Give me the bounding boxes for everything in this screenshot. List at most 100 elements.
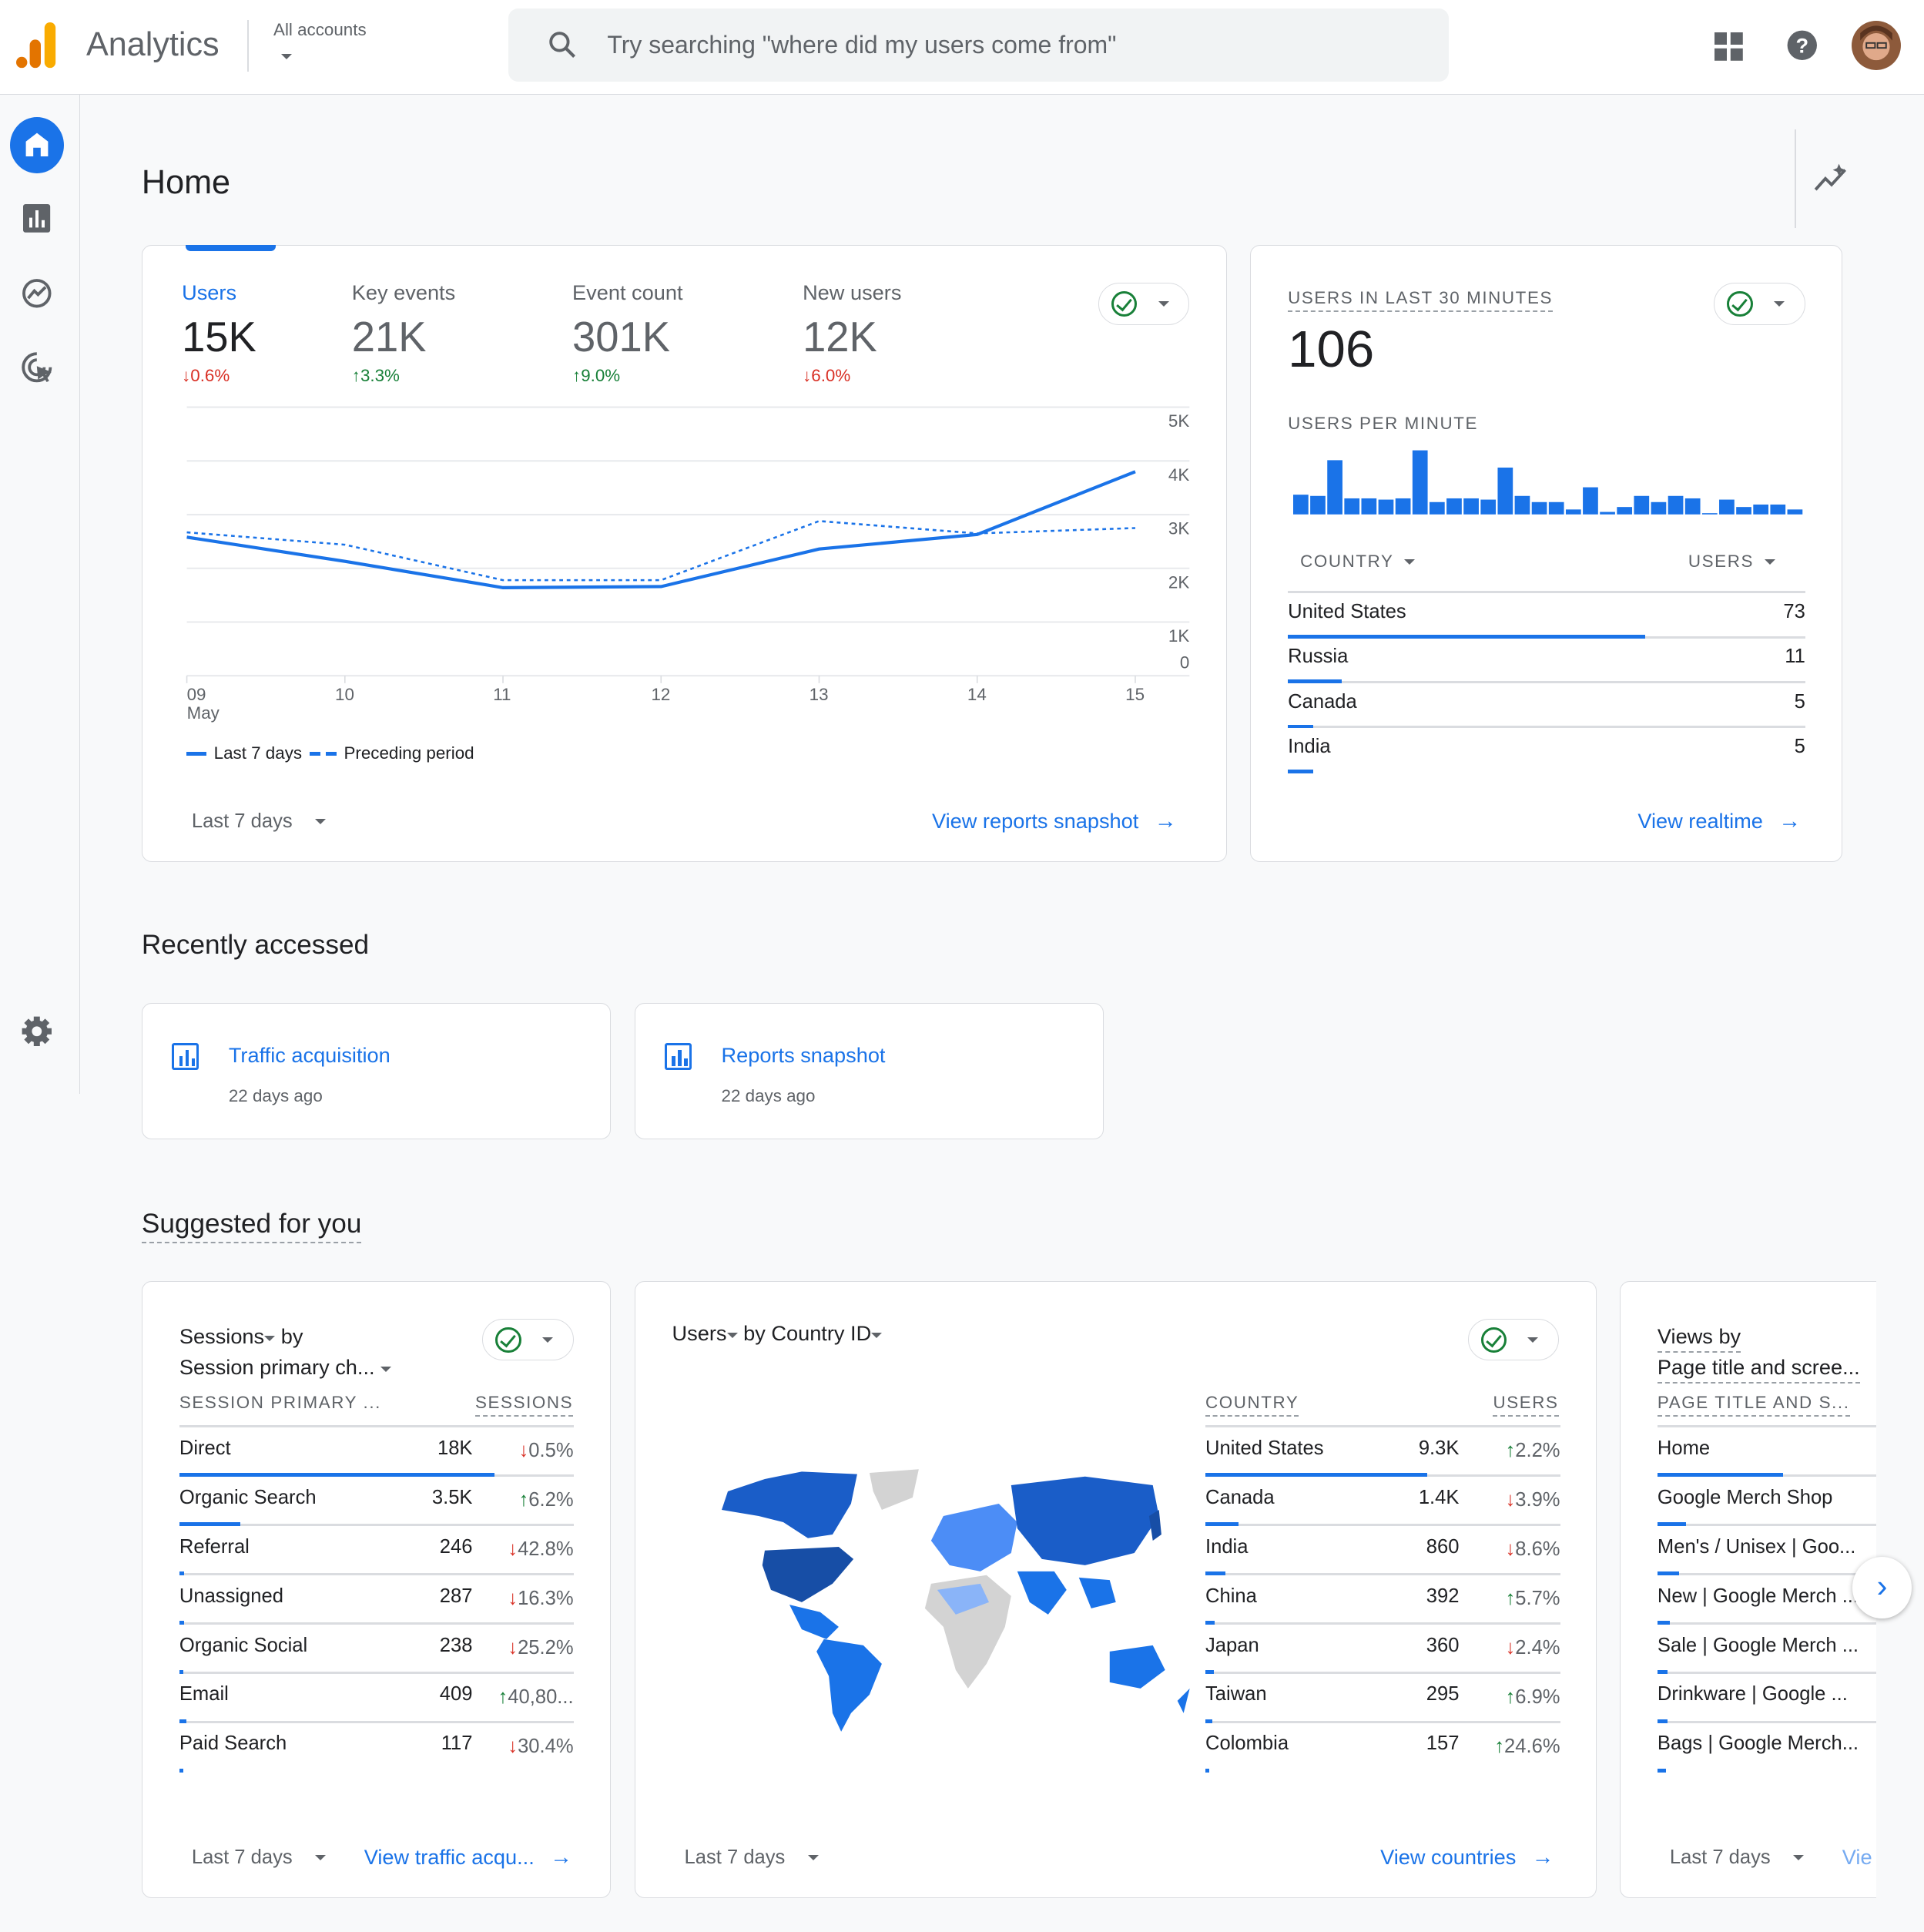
minute-bar[interactable]: [1668, 495, 1683, 515]
date-range-select[interactable]: Last 7 days: [685, 1846, 819, 1869]
minute-bar[interactable]: [1548, 501, 1564, 515]
table-row[interactable]: Canada 5: [1288, 683, 1805, 729]
metric-tab[interactable]: Key events 21K ↑3.3%: [352, 280, 512, 397]
minute-bar[interactable]: [1514, 495, 1530, 515]
minute-bar[interactable]: [1616, 507, 1632, 515]
section-title[interactable]: Suggested for you: [141, 1209, 362, 1243]
table-row[interactable]: Drinkware | Google ...: [1657, 1674, 1876, 1723]
minute-bar[interactable]: [1429, 501, 1445, 515]
minute-bar[interactable]: [1309, 495, 1326, 515]
column-header[interactable]: SESSIONS: [475, 1393, 574, 1417]
avatar[interactable]: [1851, 21, 1901, 71]
table-row[interactable]: Email 409 ↑40,80...: [179, 1674, 574, 1723]
minute-bar[interactable]: [1531, 501, 1547, 515]
table-row[interactable]: New | Google Merch ...: [1657, 1575, 1876, 1625]
table-row[interactable]: Canada 1.4K ↓3.9%: [1205, 1477, 1560, 1526]
search-input[interactable]: Try searching "where did my users come f…: [508, 8, 1449, 82]
dimension-selector[interactable]: Session primary ch...: [179, 1355, 392, 1379]
table-row[interactable]: Unassigned 287 ↓16.3%: [179, 1575, 574, 1625]
table-row[interactable]: India 5: [1288, 728, 1805, 773]
minute-bar[interactable]: [1651, 501, 1666, 515]
nav-home[interactable]: [9, 116, 65, 174]
recent-item[interactable]: Traffic acquisition 22 days ago: [141, 1002, 612, 1140]
table-row[interactable]: Sale | Google Merch ...: [1657, 1625, 1876, 1674]
table-row[interactable]: United States 73: [1288, 593, 1805, 639]
table-row[interactable]: Referral 246 ↓42.8%: [179, 1526, 574, 1575]
minute-bar[interactable]: [1395, 498, 1411, 515]
minute-bar[interactable]: [1684, 498, 1701, 515]
minute-bar[interactable]: [1361, 498, 1376, 515]
table-row[interactable]: Taiwan 295 ↑6.9%: [1205, 1674, 1560, 1723]
status-menu-button[interactable]: [1098, 283, 1190, 325]
gear-icon[interactable]: [21, 1015, 53, 1048]
minute-bar[interactable]: [1326, 460, 1342, 515]
minute-bar[interactable]: [1701, 513, 1718, 515]
users-column-header[interactable]: USERS: [1688, 552, 1776, 572]
minute-bar[interactable]: [1292, 495, 1309, 515]
country-column-header[interactable]: COUNTRY: [1300, 552, 1416, 572]
minute-bar[interactable]: [1378, 499, 1393, 515]
account-selector[interactable]: All accounts: [273, 20, 409, 74]
status-menu-button[interactable]: [482, 1319, 574, 1361]
minute-bar[interactable]: [1463, 498, 1479, 515]
date-range-select[interactable]: Last 7 days: [192, 810, 327, 833]
view-traffic-acquisition-link[interactable]: View traffic acqu... →: [364, 1845, 572, 1870]
minute-bar[interactable]: [1565, 509, 1581, 515]
column-header[interactable]: COUNTRY: [1205, 1393, 1299, 1417]
recent-item[interactable]: Reports snapshot 22 days ago: [634, 1002, 1104, 1140]
analytics-logo[interactable]: [15, 22, 58, 69]
table-row[interactable]: Russia 11: [1288, 639, 1805, 684]
table-row[interactable]: United States 9.3K ↑2.2%: [1205, 1427, 1560, 1477]
view-countries-link[interactable]: View countries →: [1380, 1845, 1554, 1870]
view-reports-snapshot-link[interactable]: View reports snapshot →: [932, 809, 1176, 834]
table-row[interactable]: Direct 18K ↓0.5%: [179, 1427, 574, 1477]
dimension-selector[interactable]: Country ID: [771, 1321, 883, 1345]
table-row[interactable]: Colombia 157 ↑24.6%: [1205, 1723, 1560, 1773]
minute-bar[interactable]: [1412, 450, 1428, 515]
table-row[interactable]: Organic Search 3.5K ↑6.2%: [179, 1477, 574, 1526]
minute-bar[interactable]: [1582, 487, 1598, 515]
metric-selector[interactable]: Sessions: [179, 1324, 276, 1348]
metric-tab[interactable]: Users 15K ↓0.6%: [182, 280, 342, 397]
column-header[interactable]: PAGE TITLE AND S...: [1657, 1393, 1850, 1417]
date-range-select[interactable]: Last 7 days: [1670, 1846, 1805, 1869]
minute-bar[interactable]: [1599, 512, 1615, 515]
view-pages-link[interactable]: Vie: [1842, 1845, 1872, 1870]
minute-bar[interactable]: [1752, 505, 1768, 515]
explore-icon[interactable]: [21, 277, 53, 310]
table-row[interactable]: Paid Search 117 ↓30.4%: [179, 1723, 574, 1773]
minute-bar[interactable]: [1497, 468, 1513, 515]
metric-tab[interactable]: New users 12K ↓6.0%: [803, 280, 963, 397]
metric-tab[interactable]: Event count 301K ↑9.0%: [572, 280, 732, 397]
minute-bar[interactable]: [1769, 505, 1785, 515]
carousel-next-button[interactable]: ›: [1852, 1557, 1912, 1619]
view-realtime-link[interactable]: View realtime →: [1637, 809, 1801, 834]
table-row[interactable]: Organic Social 238 ↓25.2%: [179, 1625, 574, 1674]
minute-bar[interactable]: [1735, 507, 1751, 515]
world-map[interactable]: [716, 1467, 1196, 1738]
realtime-title[interactable]: USERS IN LAST 30 MINUTES: [1288, 288, 1553, 312]
minute-bar[interactable]: [1480, 499, 1496, 515]
table-row[interactable]: China 392 ↑5.7%: [1205, 1575, 1560, 1625]
help-icon[interactable]: ?: [1786, 29, 1818, 62]
bar-chart-icon[interactable]: [23, 204, 51, 233]
table-row[interactable]: Bags | Google Merch...: [1657, 1723, 1876, 1773]
date-range-select[interactable]: Last 7 days: [192, 1846, 327, 1869]
table-row[interactable]: Men's / Unisex | Goo...: [1657, 1526, 1876, 1575]
minute-bar[interactable]: [1718, 499, 1735, 515]
table-row[interactable]: Google Merch Shop: [1657, 1477, 1876, 1526]
apps-grid-icon[interactable]: [1715, 32, 1744, 62]
status-menu-button[interactable]: [1467, 1319, 1559, 1361]
table-row[interactable]: Home: [1657, 1427, 1876, 1477]
status-menu-button[interactable]: [1714, 283, 1805, 325]
column-header[interactable]: USERS: [1493, 1393, 1559, 1417]
target-cursor-icon[interactable]: [21, 351, 53, 384]
minute-bar[interactable]: [1633, 495, 1649, 515]
minute-bar[interactable]: [1446, 498, 1462, 515]
metric-selector[interactable]: Users: [672, 1321, 738, 1345]
insights-sparkle-icon[interactable]: [1813, 163, 1850, 195]
card-title[interactable]: Views by Page title and scree...: [1657, 1321, 1860, 1384]
table-row[interactable]: India 860 ↓8.6%: [1205, 1526, 1560, 1575]
minute-bar[interactable]: [1343, 498, 1359, 515]
minute-bar[interactable]: [1787, 509, 1802, 515]
